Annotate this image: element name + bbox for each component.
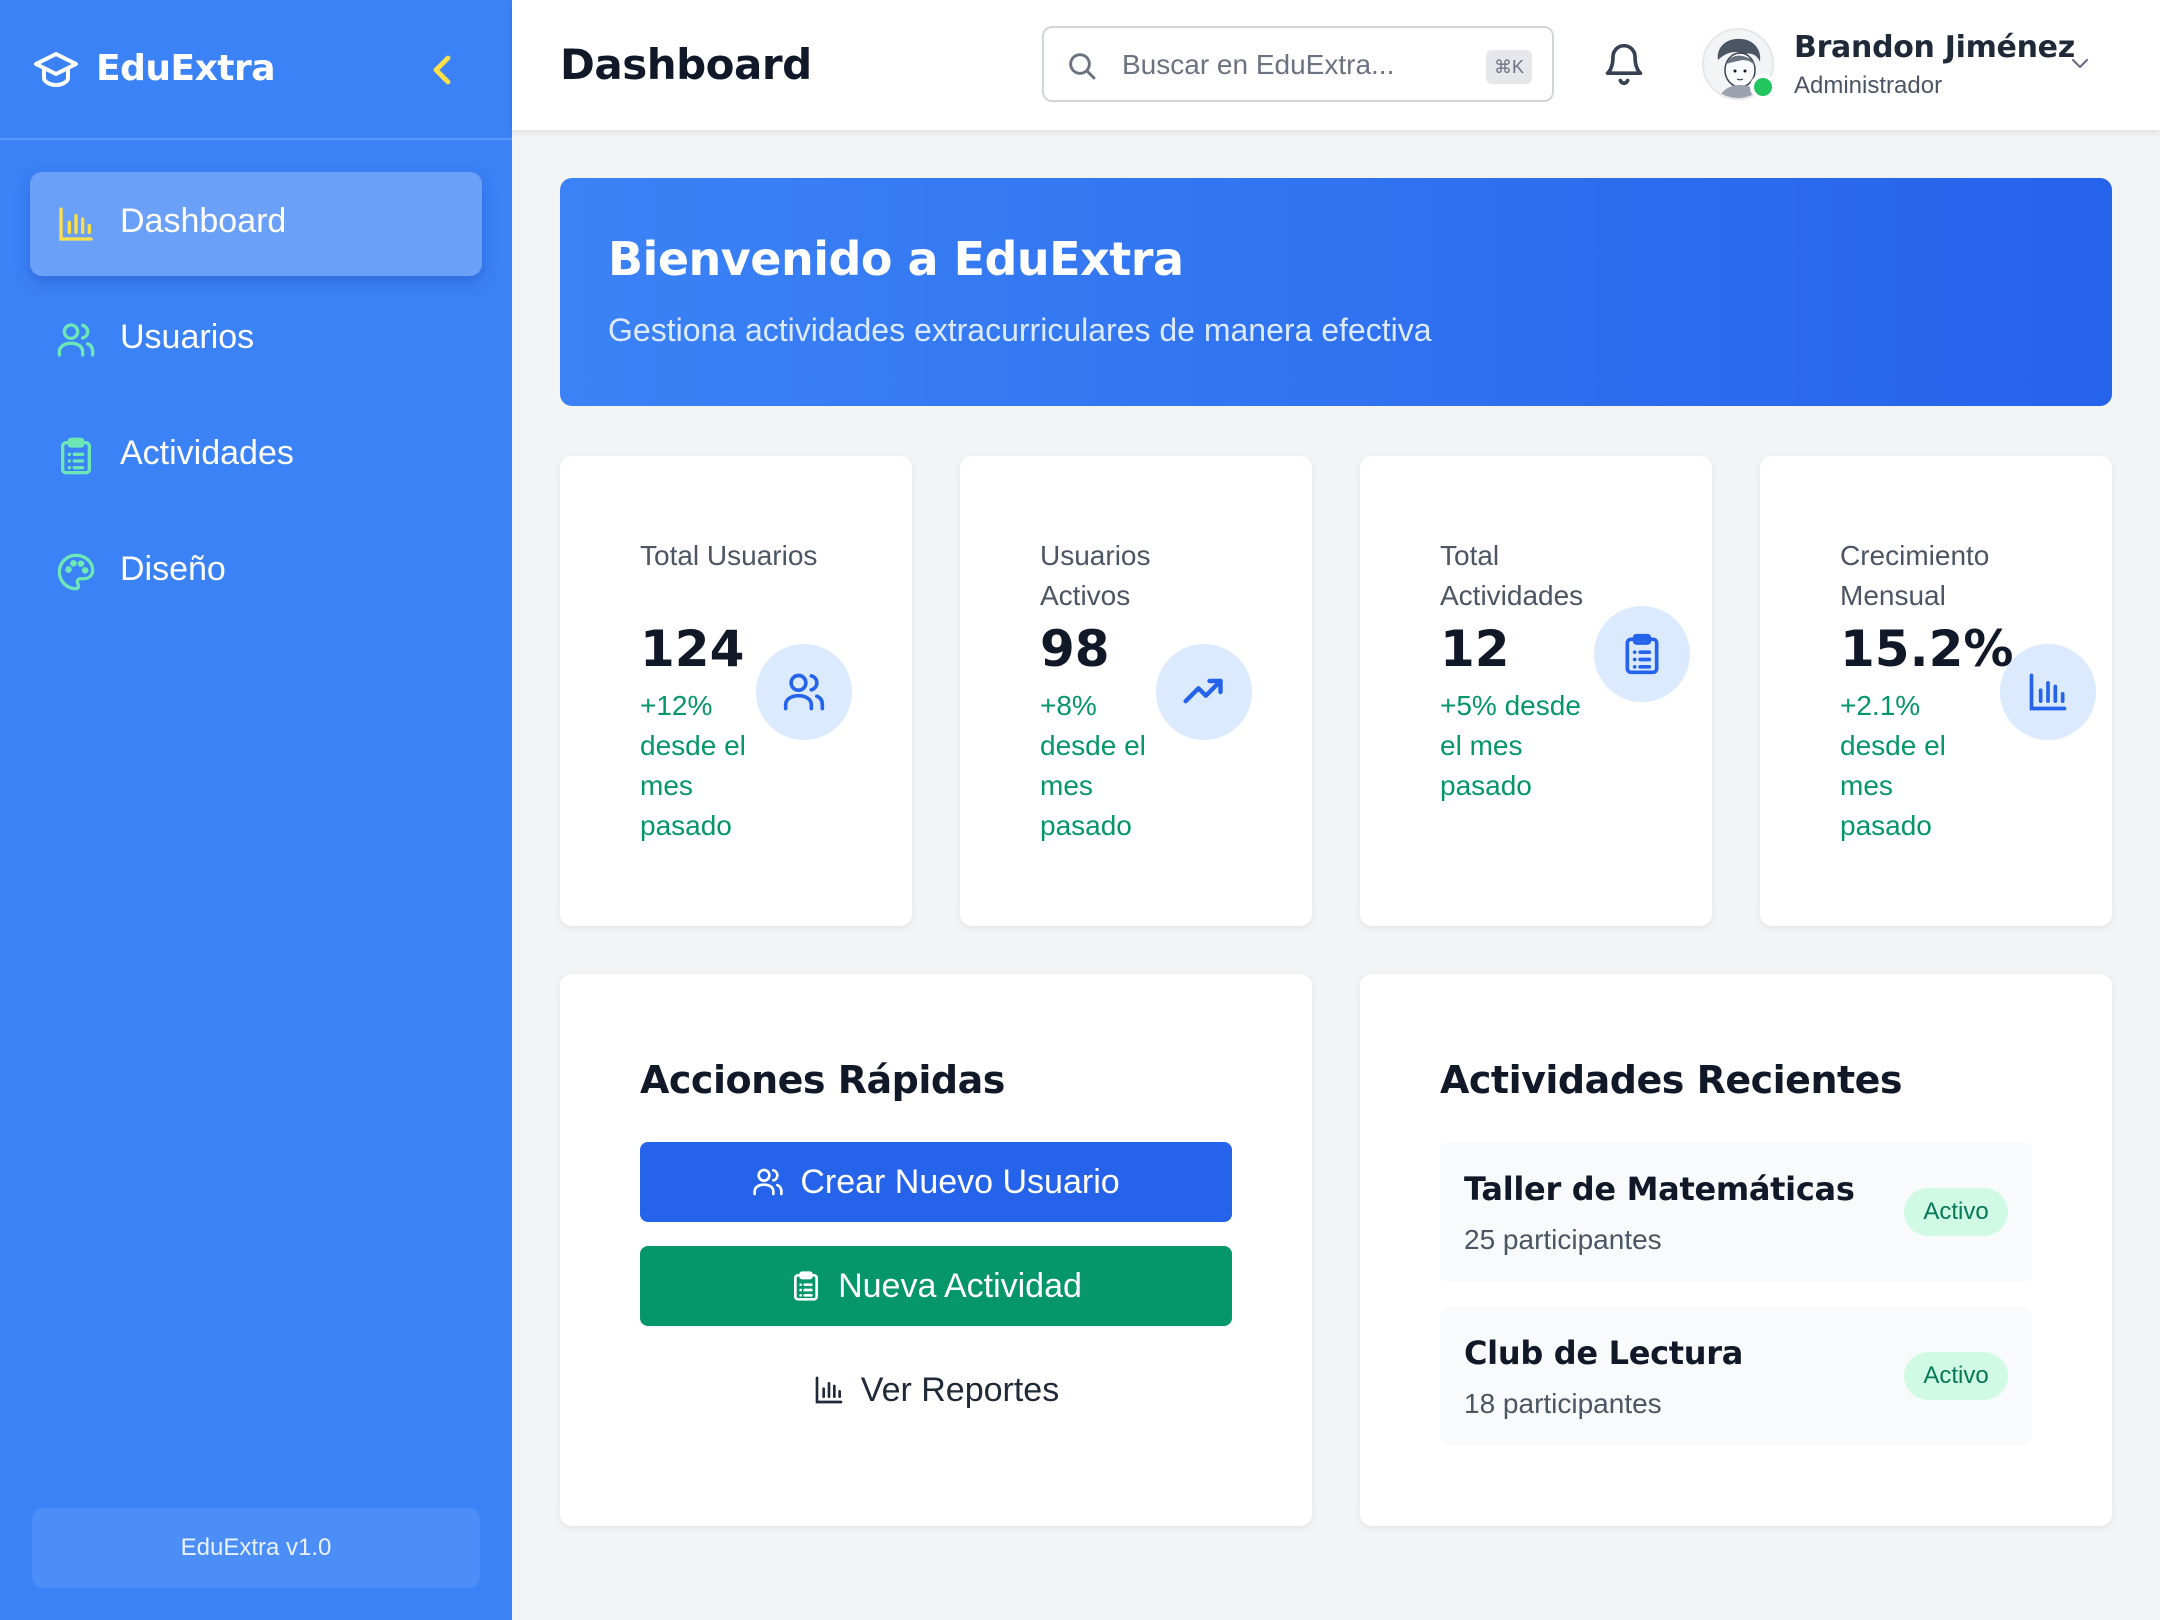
app-version: EduExtra v1.0 — [32, 1508, 480, 1588]
activity-item[interactable]: Club de Lectura 18 participantes Activo — [1440, 1306, 2032, 1446]
button-label: Nueva Actividad — [838, 1266, 1082, 1305]
chevron-down-icon[interactable] — [2068, 54, 2092, 74]
stat-value: 15.2% — [1840, 620, 2014, 678]
sidebar-item-label: Actividades — [120, 434, 294, 472]
search-input[interactable] — [1122, 46, 1452, 84]
button-label: Ver Reportes — [860, 1370, 1060, 1409]
stat-icon-badge — [1594, 606, 1690, 702]
bar-chart-icon — [2029, 673, 2067, 711]
trending-up-icon — [1183, 678, 1223, 704]
sidebar-item-actividades[interactable]: Actividades — [30, 404, 482, 508]
stat-label: Total Actividades — [1440, 540, 1584, 611]
top-header: Dashboard ⌘K Brandon Jiménez Administrad… — [512, 0, 2160, 130]
search-icon — [1069, 53, 1096, 80]
sidebar-item-label: Diseño — [120, 550, 226, 588]
welcome-banner: Bienvenido a EduExtra Gestiona actividad… — [560, 178, 2112, 406]
user-name: Brandon Jiménez — [1794, 30, 2075, 65]
sidebar: EduExtra Dashboard Usuarios Actividades … — [0, 0, 512, 1620]
stat-change: +5% desde el mes pasado — [1440, 690, 1581, 801]
sidebar-item-dashboard[interactable]: Dashboard — [30, 172, 482, 276]
stat-label: Total Usuarios — [640, 540, 818, 571]
bar-chart-icon — [59, 207, 93, 241]
recent-activities-panel: Actividades Recientes Taller de Matemáti… — [1360, 974, 2112, 1526]
users-icon — [753, 1168, 783, 1196]
stat-icon-badge — [1156, 644, 1252, 740]
activity-item[interactable]: Taller de Matemáticas 25 participantes A… — [1440, 1142, 2032, 1282]
sidebar-item-diseno[interactable]: Diseño — [30, 520, 482, 624]
view-reports-button[interactable]: Ver Reportes — [640, 1350, 1232, 1430]
activity-participants: 25 participantes — [1464, 1224, 1662, 1255]
stat-change: +12% desde el mes pasado — [640, 690, 746, 841]
panel-title: Acciones Rápidas — [640, 1058, 1005, 1102]
stat-label: Usuarios Activos — [1040, 540, 1151, 611]
graduation-cap-icon — [34, 52, 78, 87]
sidebar-item-label: Usuarios — [120, 318, 255, 356]
create-user-button[interactable]: Crear Nuevo Usuario — [640, 1142, 1232, 1222]
clipboard-icon — [61, 437, 91, 475]
banner-subtitle: Gestiona actividades extracurriculares d… — [608, 312, 1432, 348]
clipboard-icon — [1625, 633, 1659, 675]
stat-icon-badge — [2000, 644, 2096, 740]
activity-name: Club de Lectura — [1464, 1334, 1744, 1372]
status-badge: Activo — [1904, 1352, 2008, 1400]
new-activity-button[interactable]: Nueva Actividad — [640, 1246, 1232, 1326]
stat-icon-badge — [756, 644, 852, 740]
sidebar-item-usuarios[interactable]: Usuarios — [30, 288, 482, 392]
stat-change: +2.1% desde el mes pasado — [1840, 690, 1946, 841]
chevron-left-icon[interactable] — [430, 52, 454, 88]
page-title: Dashboard — [560, 40, 812, 89]
button-label: Crear Nuevo Usuario — [800, 1162, 1120, 1201]
stat-change: +8% desde el mes pasado — [1040, 690, 1146, 841]
palette-icon — [57, 553, 95, 591]
users-icon — [783, 673, 825, 711]
online-status-dot — [1750, 74, 1776, 100]
banner-title: Bienvenido a EduExtra — [608, 232, 1184, 286]
users-icon — [57, 323, 95, 357]
bell-icon[interactable] — [1602, 40, 1646, 88]
user-role: Administrador — [1794, 72, 1943, 99]
stat-card-total-actividades: Total Actividades 12 +5% desde el mes pa… — [1360, 456, 1712, 926]
search-box[interactable]: ⌘K — [1042, 26, 1554, 102]
activity-name: Taller de Matemáticas — [1464, 1170, 1855, 1208]
stat-value: 98 — [1040, 620, 1110, 678]
activity-participants: 18 participantes — [1464, 1388, 1662, 1419]
brand-name: EduExtra — [96, 48, 276, 89]
stat-card-crecimiento-mensual: Crecimiento Mensual 15.2% +2.1% desde el… — [1760, 456, 2112, 926]
stat-value: 124 — [640, 620, 745, 678]
stat-card-total-usuarios: Total Usuarios 124 +12% desde el mes pas… — [560, 456, 912, 926]
panel-title: Actividades Recientes — [1440, 1058, 1903, 1102]
stat-label: Crecimiento Mensual — [1840, 540, 1990, 611]
stat-value: 12 — [1440, 620, 1510, 678]
clipboard-icon — [794, 1271, 819, 1301]
stat-card-usuarios-activos: Usuarios Activos 98 +8% desde el mes pas… — [960, 456, 1312, 926]
bar-chart-icon — [815, 1376, 843, 1404]
status-badge: Activo — [1904, 1188, 2008, 1236]
sidebar-item-label: Dashboard — [120, 202, 287, 240]
search-shortcut: ⌘K — [1486, 50, 1532, 84]
brand-header: EduExtra — [0, 0, 512, 140]
